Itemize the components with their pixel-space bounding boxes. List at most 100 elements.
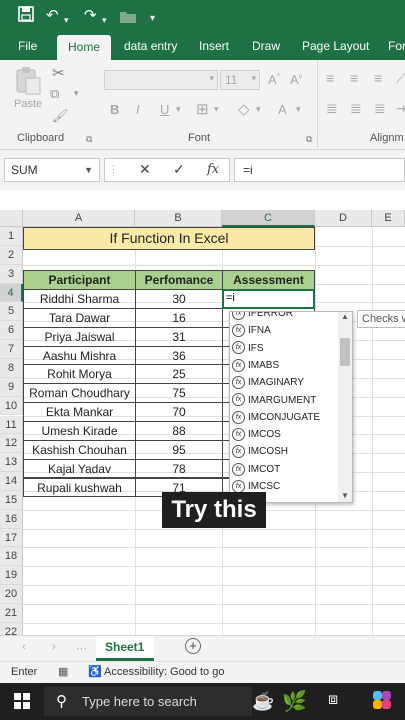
autocomplete-item[interactable]: fx IMCOT	[232, 461, 280, 478]
tab-insert[interactable]: Insert	[199, 33, 229, 60]
accessibility-icon[interactable]: ♿	[88, 665, 102, 678]
tab-data-entry[interactable]: data entry	[124, 33, 177, 60]
participant-cell[interactable]: Rupali kushwah	[23, 477, 136, 498]
row-header-16[interactable]: 16	[0, 509, 23, 529]
name-box[interactable]: SUM ▼	[4, 158, 100, 182]
row-header-17[interactable]: 17	[0, 528, 23, 548]
participant-cell[interactable]: Kajal Yadav	[23, 458, 136, 479]
autocomplete-item[interactable]: fx IMAGINARY	[232, 374, 304, 391]
fill-color-icon[interactable]: ◇	[238, 100, 250, 118]
column-header-d[interactable]: D	[315, 210, 372, 227]
font-family-dropdown[interactable]: ▾	[104, 70, 218, 90]
header-assessment[interactable]: Assessment	[222, 270, 315, 290]
italic-button[interactable]: I	[136, 102, 140, 117]
clipboard-launcher-icon[interactable]: ⧉	[86, 134, 92, 145]
autocomplete-item[interactable]: fx IMCONJUGATE	[232, 409, 320, 426]
participant-cell[interactable]: Ekta Mankar	[23, 402, 136, 422]
autocomplete-item[interactable]: fx IFNA	[232, 322, 271, 339]
chevron-down-icon[interactable]: ▼	[84, 159, 93, 181]
row-header-1[interactable]: 1	[0, 227, 23, 246]
sheet-tab-sheet1[interactable]: Sheet1	[96, 636, 154, 661]
title-cell[interactable]: If Function In Excel	[23, 227, 315, 250]
performance-cell[interactable]: 70	[135, 402, 223, 422]
column-header-c[interactable]: C	[222, 210, 315, 227]
align-middle-icon[interactable]: ≡	[350, 70, 358, 86]
row-header-7[interactable]: 7	[0, 340, 23, 359]
row-header-11[interactable]: 11	[0, 415, 23, 435]
align-right-icon[interactable]: ≣	[374, 100, 386, 117]
fill-dropdown-icon[interactable]: ▾	[256, 104, 261, 115]
macro-record-icon[interactable]: ▦	[58, 665, 68, 678]
row-header-12[interactable]: 12	[0, 434, 23, 454]
tab-home[interactable]: Home	[57, 35, 111, 60]
row-header-20[interactable]: 20	[0, 585, 23, 604]
autocomplete-item[interactable]: fx IMCOS	[232, 426, 281, 443]
active-cell-c4[interactable]: =i	[222, 289, 315, 309]
row-header-3[interactable]: 3	[0, 264, 23, 284]
font-size-dropdown[interactable]: 11 ▾	[220, 70, 260, 90]
enter-button[interactable]: ✓	[173, 161, 185, 178]
align-bottom-icon[interactable]: ≡	[374, 70, 382, 86]
participant-cell[interactable]: Rohit Morya	[23, 364, 136, 385]
undo-icon[interactable]: ↶	[46, 6, 59, 26]
performance-cell[interactable]: 31	[135, 326, 223, 347]
row-header-15[interactable]: 15	[0, 490, 23, 510]
task-view-icon[interactable]: ⧈	[328, 691, 338, 709]
performance-cell[interactable]: 88	[135, 420, 223, 441]
autocomplete-item[interactable]: fx IFERROR	[232, 312, 293, 322]
select-all-corner[interactable]	[0, 210, 23, 227]
align-top-icon[interactable]: ≡	[326, 70, 334, 86]
autocomplete-scrollbar[interactable]: ▲ ▼	[338, 312, 352, 502]
row-header-13[interactable]: 13	[0, 453, 23, 473]
taskbar-search-box[interactable]: ⚲ Type here to search	[44, 687, 252, 716]
performance-cell[interactable]: 78	[135, 458, 223, 479]
tab-page-layout[interactable]: Page Layout	[302, 33, 369, 60]
underline-dropdown-icon[interactable]: ▾	[176, 104, 181, 115]
increase-font-icon[interactable]: A^	[268, 72, 280, 87]
performance-cell[interactable]: 75	[135, 383, 223, 404]
participant-cell[interactable]: Priya Jaiswal	[23, 326, 136, 347]
row-header-9[interactable]: 9	[0, 377, 23, 397]
insert-function-button[interactable]: fx	[207, 162, 219, 177]
row-header-18[interactable]: 18	[0, 547, 23, 567]
font-color-icon[interactable]: A	[278, 102, 287, 117]
participant-cell[interactable]: Umesh Kirade	[23, 420, 136, 441]
participant-cell[interactable]: Tara Dawar	[23, 307, 136, 328]
scroll-down-icon[interactable]: ▼	[341, 491, 349, 500]
performance-cell[interactable]: 30	[135, 289, 223, 309]
align-center-icon[interactable]: ≣	[350, 100, 362, 117]
windows-start-icon[interactable]	[14, 693, 30, 714]
tab-formulas[interactable]: For	[388, 33, 405, 60]
participant-cell[interactable]: Aashu Mishra	[23, 345, 136, 366]
cancel-button[interactable]: ✕	[139, 161, 151, 178]
participant-cell[interactable]: Kashish Chouhan	[23, 439, 136, 460]
font-launcher-icon[interactable]: ⧉	[306, 134, 312, 145]
performance-cell[interactable]: 16	[135, 307, 223, 328]
participant-cell[interactable]: Riddhi Sharma	[23, 289, 136, 309]
save-icon[interactable]	[18, 6, 34, 28]
autocomplete-item[interactable]: fx IMCOSH	[232, 443, 288, 460]
row-header-4[interactable]: 4	[0, 283, 23, 303]
row-header-6[interactable]: 6	[0, 321, 23, 341]
participant-cell[interactable]: Roman Choudhary	[23, 383, 136, 404]
column-header-b[interactable]: B	[135, 210, 222, 227]
header-performance[interactable]: Perfomance	[135, 270, 223, 290]
cut-icon[interactable]: ✂	[52, 64, 65, 82]
row-header-5[interactable]: 5	[0, 302, 23, 322]
prev-sheet-icon[interactable]: ‹	[22, 641, 26, 653]
more-sheets-icon[interactable]: ⋯	[76, 642, 87, 655]
accessibility-status[interactable]: Accessibility: Good to go	[104, 666, 224, 678]
redo-dropdown-icon[interactable]: ▾	[102, 10, 107, 30]
folder-icon[interactable]	[120, 9, 136, 29]
bold-button[interactable]: B	[110, 102, 119, 117]
undo-dropdown-icon[interactable]: ▾	[64, 10, 69, 30]
performance-cell[interactable]: 95	[135, 439, 223, 460]
performance-cell[interactable]: 25	[135, 364, 223, 385]
indent-icon[interactable]: ⇥	[396, 100, 405, 117]
borders-dropdown-icon[interactable]: ▾	[214, 104, 219, 115]
formula-input[interactable]: =i	[234, 158, 405, 182]
row-header-21[interactable]: 21	[0, 604, 23, 623]
copy-icon[interactable]: ⧉	[50, 86, 59, 102]
font-color-dropdown-icon[interactable]: ▾	[296, 104, 301, 115]
row-header-10[interactable]: 10	[0, 396, 23, 416]
